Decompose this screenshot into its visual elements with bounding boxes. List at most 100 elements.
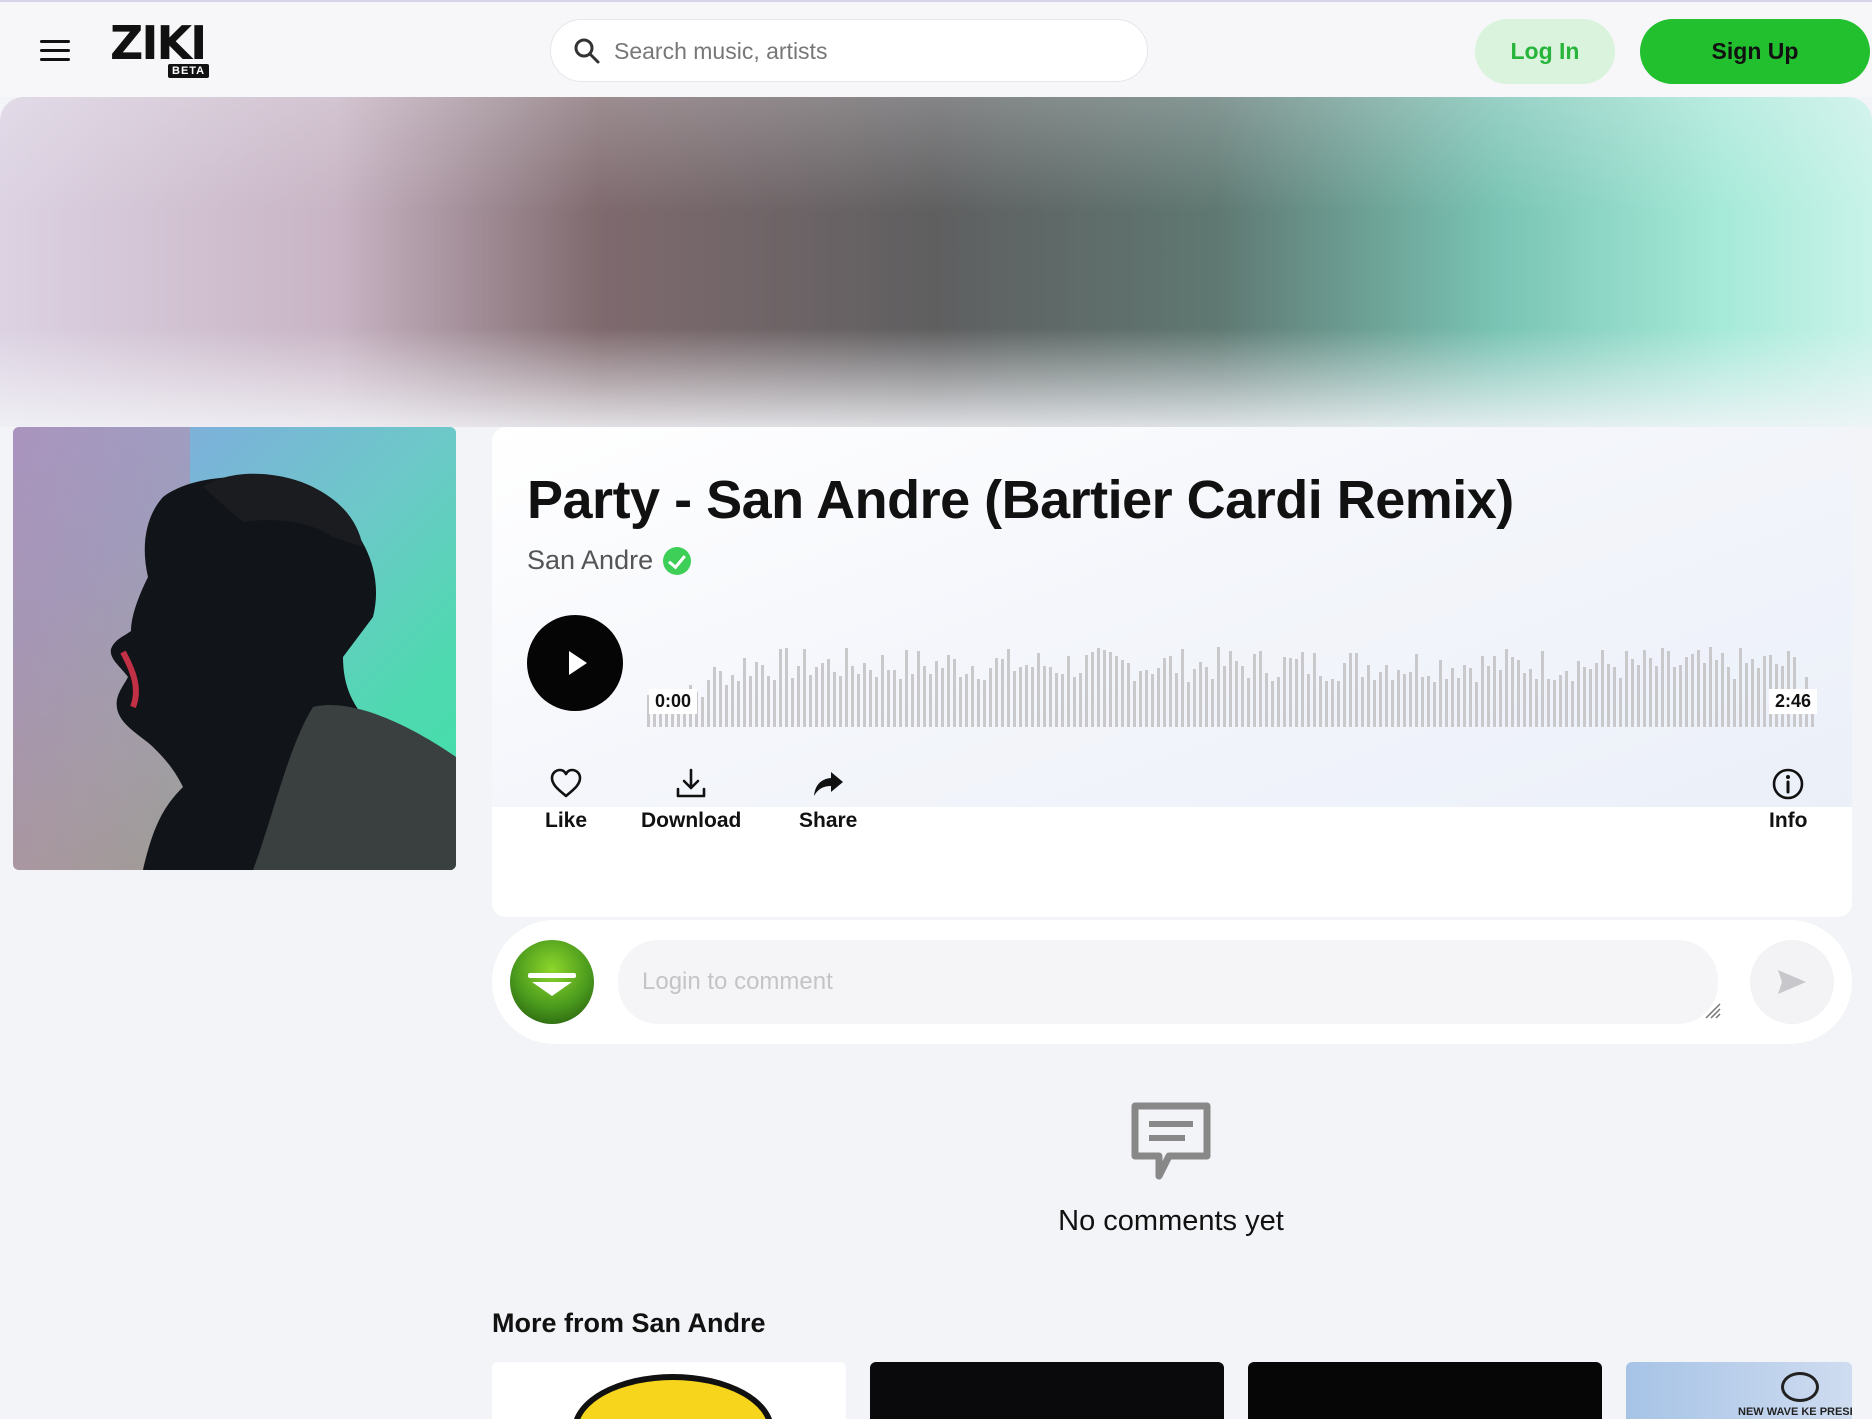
waveform-bar <box>1103 649 1106 727</box>
search-input[interactable] <box>614 34 1114 68</box>
play-button[interactable] <box>527 615 623 711</box>
artist-link[interactable]: San Andre <box>527 545 692 576</box>
waveform-bar <box>1613 667 1616 727</box>
waveform-bar <box>731 674 734 727</box>
waveform-bar <box>1247 677 1250 727</box>
resize-handle-icon[interactable] <box>1702 1000 1722 1020</box>
waveform-bar <box>1535 679 1538 727</box>
waveform-bar <box>1373 680 1376 727</box>
download-button[interactable]: Download <box>641 767 741 833</box>
login-button[interactable]: Log In <box>1475 19 1615 84</box>
waveform-bar <box>947 655 950 727</box>
waveform-bar <box>743 658 746 727</box>
waveform-bar <box>1019 666 1022 727</box>
waveform-bar <box>1559 675 1562 727</box>
info-icon <box>1772 768 1804 800</box>
waveform-bar <box>1097 648 1100 727</box>
info-button[interactable]: Info <box>1769 767 1807 833</box>
waveform-bar <box>1661 648 1664 727</box>
waveform-bar <box>1343 663 1346 727</box>
waveform-bar <box>1673 667 1676 727</box>
waveform-bar <box>1325 680 1328 727</box>
waveform-bar <box>1721 652 1724 727</box>
waveform-bar <box>1379 672 1382 727</box>
cover-art <box>13 427 456 870</box>
waveform-bar <box>851 666 854 727</box>
waveform-bar <box>1193 669 1196 727</box>
comment-icon <box>1131 1102 1211 1180</box>
waveform-bar <box>1229 651 1232 727</box>
waveform-bar <box>1469 667 1472 727</box>
share-button[interactable]: Share <box>799 767 857 833</box>
waveform-bar <box>1619 677 1622 727</box>
waveform-bar <box>1565 671 1568 727</box>
waveform-bar <box>1427 676 1430 727</box>
track-card: Party - San Andre (Bartier Cardi Remix) … <box>492 427 1852 917</box>
like-label: Like <box>545 809 588 832</box>
waveform-bar <box>1175 672 1178 727</box>
waveform-bar <box>941 667 944 727</box>
waveform-bar <box>1169 656 1172 727</box>
waveform-bar <box>923 665 926 727</box>
waveform-bar <box>1433 681 1436 727</box>
related-track-card[interactable] <box>870 1362 1224 1419</box>
related-track-card[interactable] <box>1248 1362 1602 1419</box>
menu-icon[interactable] <box>40 40 70 62</box>
track-actions: Like Download Share Info <box>527 767 1827 847</box>
waveform-bar <box>1385 664 1388 727</box>
waveform-bar <box>1637 664 1640 727</box>
waveform-bar <box>917 651 920 727</box>
waveform-bar <box>1577 661 1580 727</box>
waveform-bar <box>1307 673 1310 727</box>
waveform-bar <box>1541 651 1544 727</box>
waveform-bar <box>983 680 986 727</box>
waveform-bar <box>875 676 878 727</box>
waveform-bar <box>1733 679 1736 727</box>
waveform-bar <box>1115 655 1118 727</box>
waveform-bar <box>1589 668 1592 727</box>
waveform-bar <box>1457 678 1460 727</box>
logo-text: ZIKI <box>110 16 207 70</box>
waveform-bar <box>725 685 728 727</box>
waveform-bar <box>737 681 740 727</box>
waveform-bar <box>929 673 932 727</box>
like-button[interactable]: Like <box>545 767 587 833</box>
send-comment-button[interactable] <box>1750 940 1834 1024</box>
waveform-bar <box>857 673 860 727</box>
waveform-bar <box>1283 657 1286 727</box>
waveform-scrubber[interactable]: 0:00 2:46 <box>647 607 1817 727</box>
waveform-bar <box>1631 658 1634 727</box>
ziki-logo[interactable]: ZIKI BETA <box>110 20 220 84</box>
comment-input[interactable] <box>618 940 1718 1024</box>
empty-comments-text: No comments yet <box>1058 1205 1284 1237</box>
waveform-bar <box>1481 655 1484 727</box>
waveform-bar <box>1361 676 1364 727</box>
waveform-bar <box>1643 650 1646 727</box>
waveform-bar <box>881 654 884 727</box>
waveform-bar <box>965 674 968 727</box>
waveform-bar <box>1331 679 1334 727</box>
waveform-bar <box>1691 654 1694 727</box>
waveform-bar <box>1715 659 1718 727</box>
waveform-bar <box>1265 672 1268 727</box>
waveform-bar <box>1109 651 1112 727</box>
related-track-card[interactable]: NEW WAVE KE PRESEI <box>1626 1362 1852 1419</box>
waveform-bar <box>1259 650 1262 727</box>
waveform-bar <box>1217 647 1220 727</box>
waveform-bar <box>1625 650 1628 727</box>
waveform-bar <box>1505 649 1508 727</box>
search-bar[interactable] <box>550 19 1148 82</box>
waveform-bar <box>1337 681 1340 727</box>
top-navbar: ZIKI BETA Log In Sign Up <box>0 0 1872 97</box>
waveform-bar <box>719 670 722 727</box>
related-track-card[interactable] <box>492 1362 846 1419</box>
waveform-bar <box>1745 662 1748 727</box>
waveform-bar <box>815 667 818 727</box>
waveform-bar <box>1751 659 1754 727</box>
waveform-bar <box>809 675 812 727</box>
waveform-bar <box>1001 659 1004 727</box>
waveform-bar <box>1031 666 1034 727</box>
signup-button[interactable]: Sign Up <box>1640 19 1870 84</box>
waveform-bar <box>1043 666 1046 727</box>
waveform-bar <box>1547 679 1550 727</box>
